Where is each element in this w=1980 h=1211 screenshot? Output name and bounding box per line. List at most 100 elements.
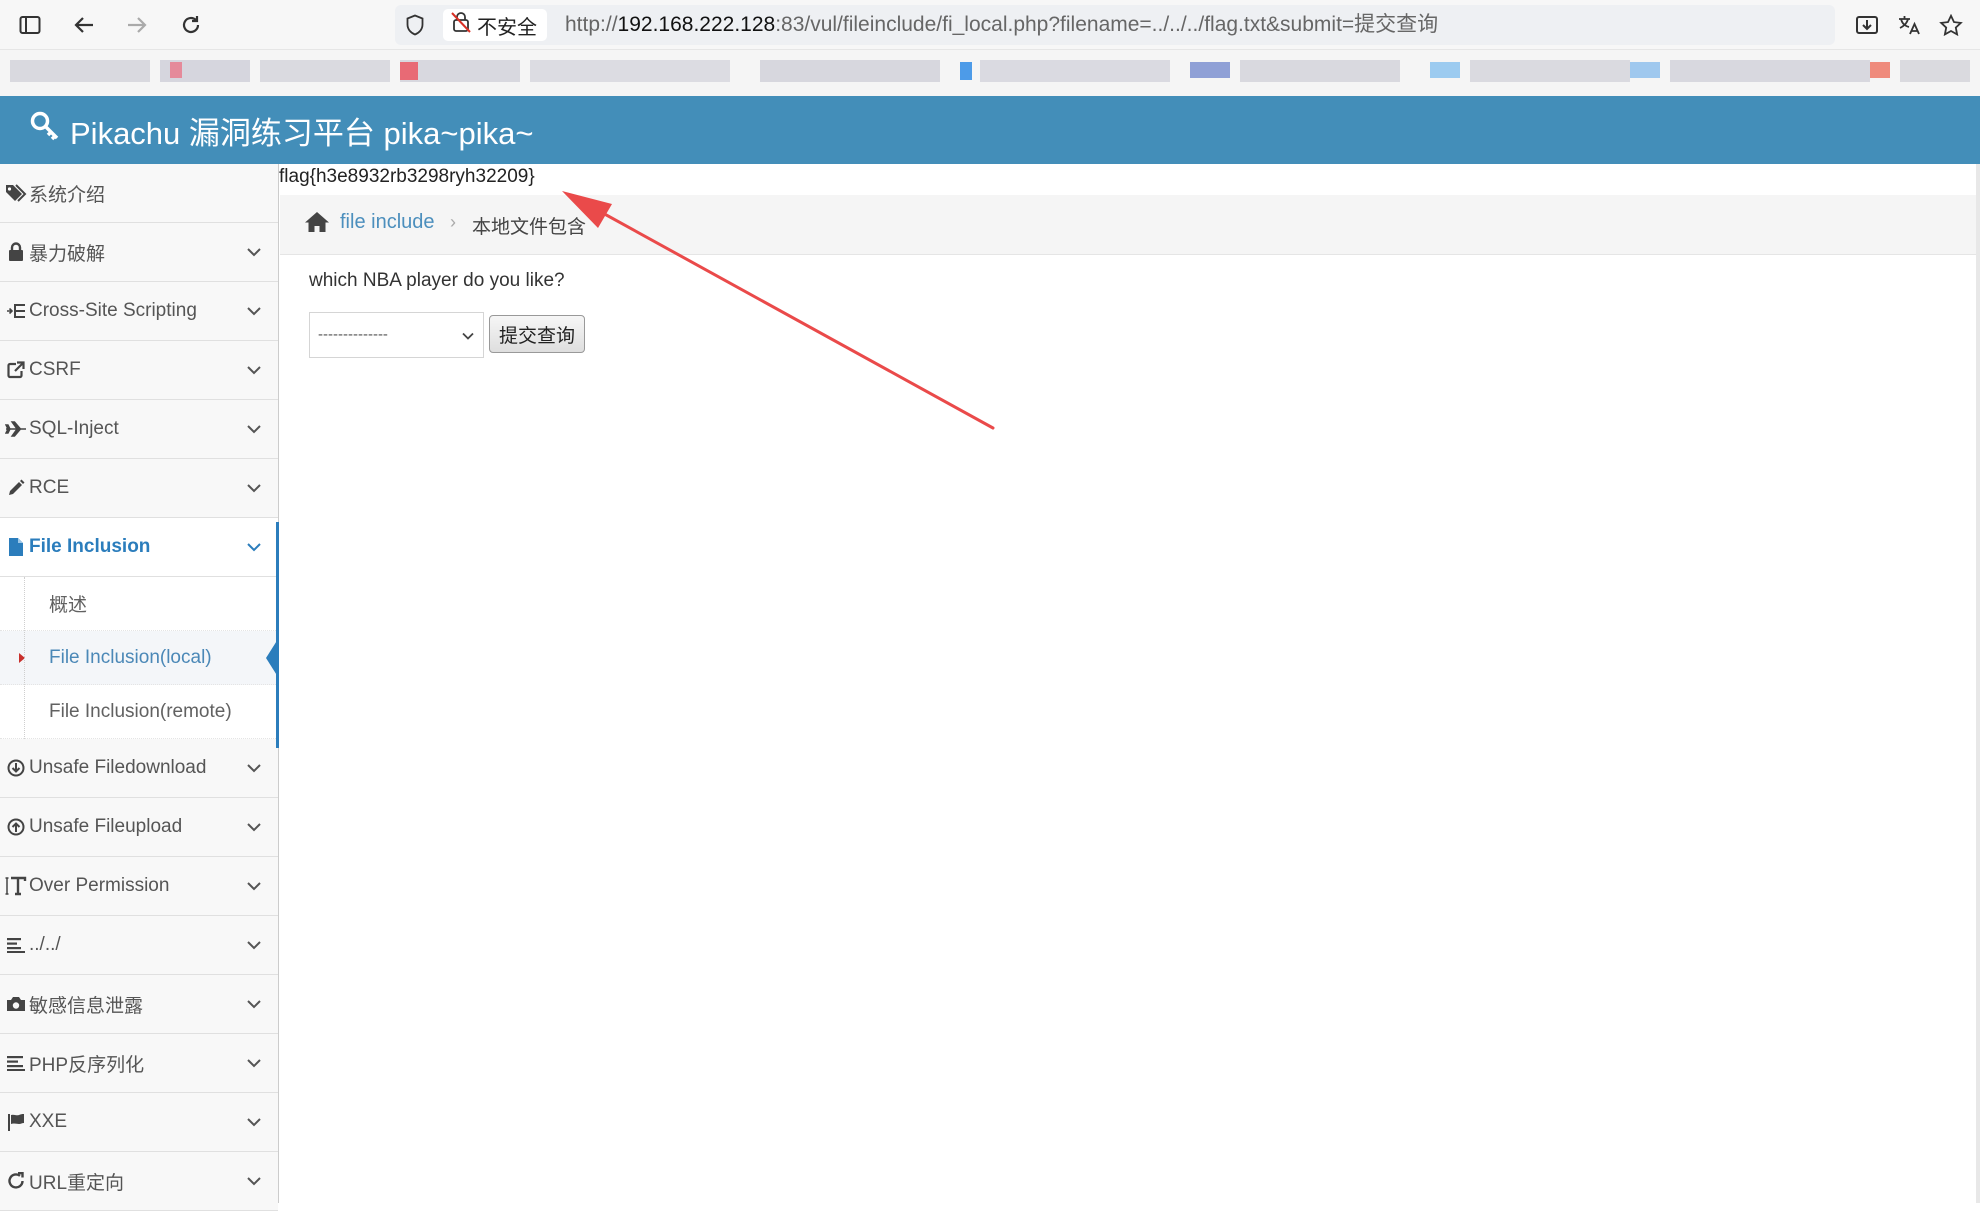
chevron-down-icon <box>246 1055 262 1076</box>
insecure-lock-icon <box>451 11 471 39</box>
text-height-icon <box>3 876 29 896</box>
submenu-item-overview[interactable]: 概述 <box>0 577 278 631</box>
flag-icon <box>3 1113 29 1131</box>
breadcrumb-separator-icon: › <box>450 212 456 232</box>
home-icon[interactable] <box>304 211 330 238</box>
download-circle-icon <box>3 759 29 777</box>
page-scrollbar[interactable] <box>1976 164 1980 1203</box>
pencil-icon <box>3 479 29 497</box>
sidebar-item-csrf[interactable]: CSRF <box>0 341 278 400</box>
sidebar-item-php-unserialize[interactable]: PHP反序列化 <box>0 1034 278 1093</box>
file-icon <box>3 537 29 557</box>
shield-icon[interactable] <box>405 14 425 41</box>
bookmarks-bar <box>0 50 1980 96</box>
upload-circle-icon <box>3 818 29 836</box>
sidebar-item-label: Unsafe Fileupload <box>29 816 183 837</box>
sidebar-item-sql-inject[interactable]: SQL-Inject <box>0 400 278 459</box>
translate-icon[interactable] <box>1889 8 1929 42</box>
chevron-down-icon <box>461 329 475 348</box>
plane-icon <box>3 421 29 437</box>
sidebar-toggle-icon[interactable] <box>10 8 50 42</box>
active-section-indicator <box>276 522 279 748</box>
chevron-down-icon <box>246 819 262 840</box>
address-bar[interactable]: 不安全 http://192.168.222.128:83/vul/filein… <box>395 5 1835 45</box>
sidebar-item-xxe[interactable]: XXE <box>0 1093 278 1152</box>
sidebar-item-intro[interactable]: 系统介绍 <box>0 164 278 223</box>
install-app-icon[interactable] <box>1847 8 1887 42</box>
bookmark-star-icon[interactable] <box>1931 8 1971 42</box>
sidebar-item-unsafe-fileupload[interactable]: Unsafe Fileupload <box>0 798 278 857</box>
sidebar-item-rce[interactable]: RCE <box>0 459 278 518</box>
sidebar-item-label: SQL-Inject <box>29 418 119 439</box>
lock-icon <box>3 242 29 262</box>
chevron-down-icon <box>246 244 262 265</box>
chevron-down-icon <box>246 1173 262 1194</box>
chevron-down-icon <box>246 1114 262 1135</box>
external-link-icon <box>3 361 29 379</box>
align-left-icon <box>3 1055 29 1071</box>
question-label: which NBA player do you like? <box>309 270 565 291</box>
select-value: -------------- <box>318 326 388 343</box>
url-scheme: http:// <box>565 13 618 36</box>
url-text[interactable]: http://192.168.222.128:83/vul/fileinclud… <box>565 5 1438 45</box>
brand-title: Pikachu 漏洞练习平台 pika~pika~ <box>70 115 534 151</box>
sidebar-item-xss[interactable]: Cross-Site Scripting <box>0 282 278 341</box>
nba-player-select[interactable]: -------------- <box>309 312 484 358</box>
url-host: 192.168.222.128 <box>617 13 776 36</box>
sidebar-item-label: Cross-Site Scripting <box>29 300 197 321</box>
sidebar-item-label: CSRF <box>29 359 81 380</box>
back-icon[interactable] <box>64 8 104 42</box>
insecure-label: 不安全 <box>477 16 537 39</box>
sidebar-item-label: PHP反序列化 <box>29 1054 145 1076</box>
sidebar-item-unsafe-filedownload[interactable]: Unsafe Filedownload <box>0 739 278 798</box>
list-indent-icon <box>3 302 29 320</box>
forward-icon[interactable] <box>117 8 157 42</box>
sidebar-item-label: File Inclusion <box>29 536 151 557</box>
sidebar-item-label: RCE <box>29 477 70 498</box>
chevron-down-icon <box>246 362 262 383</box>
sidebar-item-info-leak[interactable]: 敏感信息泄露 <box>0 975 278 1034</box>
bookmarks-blur-image <box>10 60 1970 82</box>
browser-toolbar: 不安全 http://192.168.222.128:83/vul/filein… <box>0 0 1980 50</box>
submit-button[interactable]: 提交查询 <box>489 315 585 353</box>
chevron-down-icon <box>246 878 262 899</box>
chevron-down-icon <box>246 303 262 324</box>
chevron-down-icon <box>246 996 262 1017</box>
refresh-icon <box>3 1172 29 1190</box>
sidebar-item-over-permission[interactable]: Over Permission <box>0 857 278 916</box>
chevron-down-icon <box>246 937 262 958</box>
sidebar-item-file-inclusion[interactable]: File Inclusion <box>0 518 278 577</box>
submenu-item-label: 概述 <box>49 595 88 616</box>
key-icon <box>30 111 60 149</box>
submenu-item-label: File Inclusion(local) <box>49 646 212 668</box>
sidebar-item-label: 敏感信息泄露 <box>29 995 144 1017</box>
sidebar-item-dir-traversal[interactable]: ../../ <box>0 916 278 975</box>
sidebar-item-brute-force[interactable]: 暴力破解 <box>0 223 278 282</box>
breadcrumb: file include › 本地文件包含 <box>280 195 1980 255</box>
chevron-down-icon <box>246 480 262 501</box>
reload-icon[interactable] <box>171 8 211 42</box>
flag-output: flag{h3e8932rb3298ryh32209} <box>279 166 535 187</box>
sidebar-item-url-redirect[interactable]: URL重定向 <box>0 1152 278 1211</box>
camera-icon <box>3 996 29 1012</box>
sidebar-item-label: URL重定向 <box>29 1172 125 1194</box>
sidebar-item-label: Unsafe Filedownload <box>29 757 207 778</box>
brand-link[interactable]: Pikachu 漏洞练习平台 pika~pika~ <box>30 96 533 164</box>
submenu-item-label: File Inclusion(remote) <box>49 700 232 722</box>
submenu-item-file-inclusion-remote[interactable]: File Inclusion(remote) <box>0 685 278 739</box>
breadcrumb-link-file-include[interactable]: file include <box>340 211 435 234</box>
insecure-badge[interactable]: 不安全 <box>443 9 547 41</box>
submenu-tree-line <box>24 577 25 739</box>
chevron-down-icon <box>246 539 262 560</box>
submenu-item-file-inclusion-local[interactable]: File Inclusion(local) <box>0 631 278 685</box>
site-header: Pikachu 漏洞练习平台 pika~pika~ <box>0 96 1980 164</box>
sidebar-item-label: 暴力破解 <box>29 243 106 265</box>
align-left-icon <box>3 937 29 953</box>
breadcrumb-current: 本地文件包含 <box>472 217 587 238</box>
tags-icon <box>3 184 29 202</box>
sidebar-item-label: XXE <box>29 1111 68 1132</box>
sidebar-item-label: ../../ <box>29 934 61 955</box>
sidebar-item-label: Over Permission <box>29 875 170 896</box>
chevron-down-icon <box>246 760 262 781</box>
url-path: :83/vul/fileinclude/fi_local.php?filenam… <box>775 13 1439 36</box>
